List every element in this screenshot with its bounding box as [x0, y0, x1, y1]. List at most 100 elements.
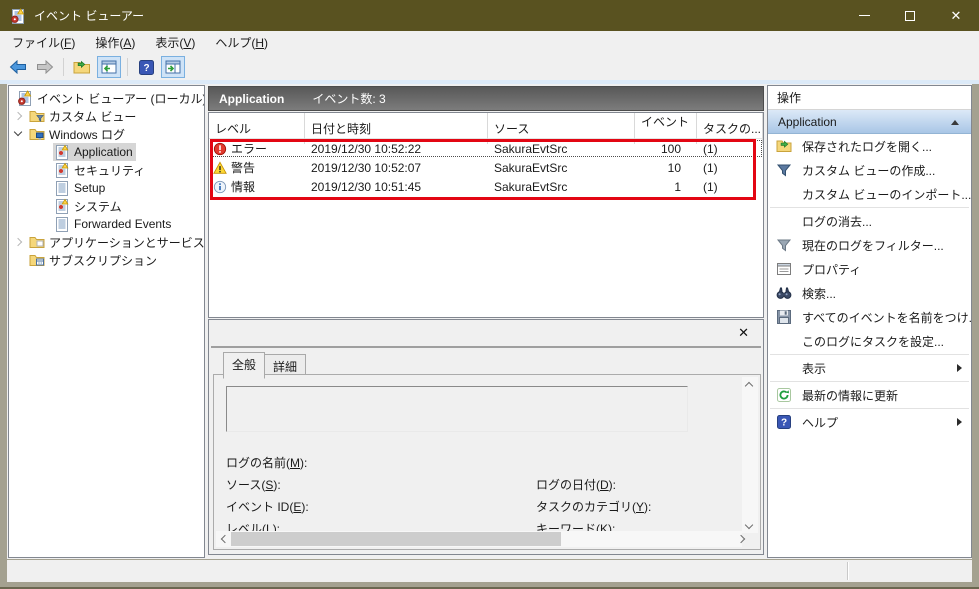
actions-section-application[interactable]: Application — [768, 110, 971, 134]
help-icon: ? — [776, 414, 792, 430]
tree-item-label: サブスクリプション — [49, 252, 157, 269]
tree-item-app-services-logs[interactable]: アプリケーションとサービス ログ — [9, 233, 204, 251]
level-text: 警告 — [231, 159, 255, 176]
minimize-button[interactable] — [841, 0, 887, 31]
log-plain-icon — [54, 180, 70, 196]
refresh-icon — [776, 387, 792, 403]
column-header-task[interactable]: タスクの... — [697, 113, 763, 144]
console-tree-panel: イベント ビューアー (ローカル) カスタム ビュー Windows ログ Ap… — [8, 85, 205, 558]
close-button[interactable] — [933, 0, 979, 31]
field-source: ソース(S): — [226, 476, 536, 493]
action-label: すべてのイベントを名前をつけ... — [802, 309, 971, 326]
actions-section-label: Application — [778, 115, 837, 129]
action-attach-task-to-log[interactable]: このログにタスクを設定... — [768, 329, 971, 353]
svg-text:?: ? — [781, 418, 787, 429]
close-icon — [951, 9, 962, 22]
funnel-gray-icon — [776, 237, 792, 253]
help-icon: ? — [139, 60, 154, 75]
eventid-cell: 10 — [635, 161, 697, 175]
chevron-right-icon[interactable] — [12, 110, 25, 123]
tree-item-event-viewer-local[interactable]: イベント ビューアー (ローカル) — [9, 89, 204, 107]
event-row-warning[interactable]: 警告 2019/12/30 10:52:07 SakuraEvtSrc 10 (… — [209, 158, 763, 177]
collapse-up-icon[interactable] — [951, 120, 959, 125]
action-label: 検索... — [802, 285, 836, 302]
action-create-custom-view[interactable]: カスタム ビューの作成... — [768, 158, 971, 182]
preview-close-icon[interactable] — [738, 325, 749, 341]
tree-item-subscriptions[interactable]: サブスクリプション — [9, 251, 204, 269]
preview-pane: 全般 詳細 ログの名前(M): ソース(S): ログの日付(D): イベント I… — [208, 319, 764, 555]
scroll-up-icon[interactable] — [746, 381, 753, 388]
action-import-custom-view[interactable]: カスタム ビューのインポート... — [768, 182, 971, 206]
title-bar[interactable]: イベント ビューアー — [0, 0, 979, 31]
menu-action[interactable]: 操作(A) — [85, 31, 145, 54]
save-icon — [776, 309, 792, 325]
action-save-all-events-as[interactable]: すべてのイベントを名前をつけ... — [768, 305, 971, 329]
source-cell: SakuraEvtSrc — [488, 161, 635, 175]
event-row-info[interactable]: 情報 2019/12/30 10:51:45 SakuraEvtSrc 1 (1… — [209, 177, 763, 196]
menu-help[interactable]: ヘルプ(H) — [205, 31, 278, 54]
action-view[interactable]: 表示 — [768, 356, 971, 380]
tree-item-security[interactable]: セキュリティ — [9, 161, 204, 179]
help-button[interactable]: ? — [134, 56, 158, 78]
tree-item-label: Setup — [74, 181, 105, 195]
forward-button[interactable] — [33, 56, 57, 78]
submenu-arrow-icon — [957, 418, 962, 426]
actions-title: 操作 — [768, 86, 971, 110]
event-viewer-icon — [17, 90, 33, 106]
action-clear-log[interactable]: ログの消去... — [768, 209, 971, 233]
maximize-button[interactable] — [887, 0, 933, 31]
menu-view[interactable]: 表示(V) — [145, 31, 205, 54]
datetime-cell: 2019/12/30 10:51:45 — [305, 180, 488, 194]
tree-item-setup[interactable]: Setup — [9, 179, 204, 197]
action-filter-current-log[interactable]: 現在のログをフィルター... — [768, 233, 971, 257]
horizontal-scrollbar[interactable] — [216, 531, 742, 547]
action-help[interactable]: ? ヘルプ — [768, 410, 971, 434]
action-label: プロパティ — [802, 261, 861, 278]
folder-computer-icon — [29, 126, 45, 142]
scroll-down-icon[interactable] — [746, 522, 753, 529]
show-action-pane-button[interactable] — [161, 56, 185, 78]
open-folder-icon — [776, 138, 792, 154]
chevron-down-icon[interactable] — [12, 128, 25, 141]
list-title-bar: Application イベント数: 3 — [208, 86, 764, 111]
toolbar-separator — [127, 58, 128, 76]
back-button[interactable] — [6, 56, 30, 78]
source-cell: SakuraEvtSrc — [488, 142, 635, 156]
tree-item-forwarded-events[interactable]: Forwarded Events — [9, 215, 204, 233]
task-cell: (1) — [697, 161, 763, 175]
level-text: 情報 — [231, 178, 255, 195]
maximize-icon — [905, 11, 915, 21]
action-properties[interactable]: プロパティ — [768, 257, 971, 281]
tree-item-custom-views[interactable]: カスタム ビュー — [9, 107, 204, 125]
event-row-error[interactable]: エラー 2019/12/30 10:52:22 SakuraEvtSrc 100… — [209, 139, 763, 158]
column-header-source[interactable]: ソース — [488, 113, 635, 144]
window-title: イベント ビューアー — [34, 7, 144, 24]
show-console-tree-button[interactable] — [97, 56, 121, 78]
actions-separator — [770, 408, 969, 409]
tree-item-windows-logs[interactable]: Windows ログ — [9, 125, 204, 143]
menu-file[interactable]: ファイル(F) — [2, 31, 85, 54]
warning-icon — [213, 161, 227, 175]
show-console-tree-icon — [101, 60, 117, 74]
action-refresh[interactable]: 最新の情報に更新 — [768, 383, 971, 407]
tree-item-application[interactable]: Application — [9, 143, 204, 161]
action-open-saved-log[interactable]: 保存されたログを開く... — [768, 134, 971, 158]
action-find[interactable]: 検索... — [768, 281, 971, 305]
submenu-arrow-icon — [957, 364, 962, 372]
open-saved-log-button[interactable] — [70, 56, 94, 78]
tree-item-system[interactable]: システム — [9, 197, 204, 215]
vertical-scrollbar[interactable] — [742, 377, 758, 533]
column-header-eventid[interactable]: イベント ... — [635, 113, 697, 144]
actions-separator — [770, 354, 969, 355]
log-plain-icon — [54, 216, 70, 232]
tab-general[interactable]: 全般 — [223, 352, 265, 379]
column-header-datetime[interactable]: 日付と時刻 — [305, 113, 488, 144]
error-icon — [213, 142, 227, 156]
chevron-right-icon[interactable] — [12, 236, 25, 249]
list-event-count: イベント数: 3 — [312, 90, 385, 107]
task-cell: (1) — [697, 180, 763, 194]
scrollbar-thumb[interactable] — [231, 532, 561, 546]
tree-item-label: Forwarded Events — [74, 217, 171, 231]
show-action-pane-icon — [165, 60, 181, 74]
actions-separator — [770, 381, 969, 382]
